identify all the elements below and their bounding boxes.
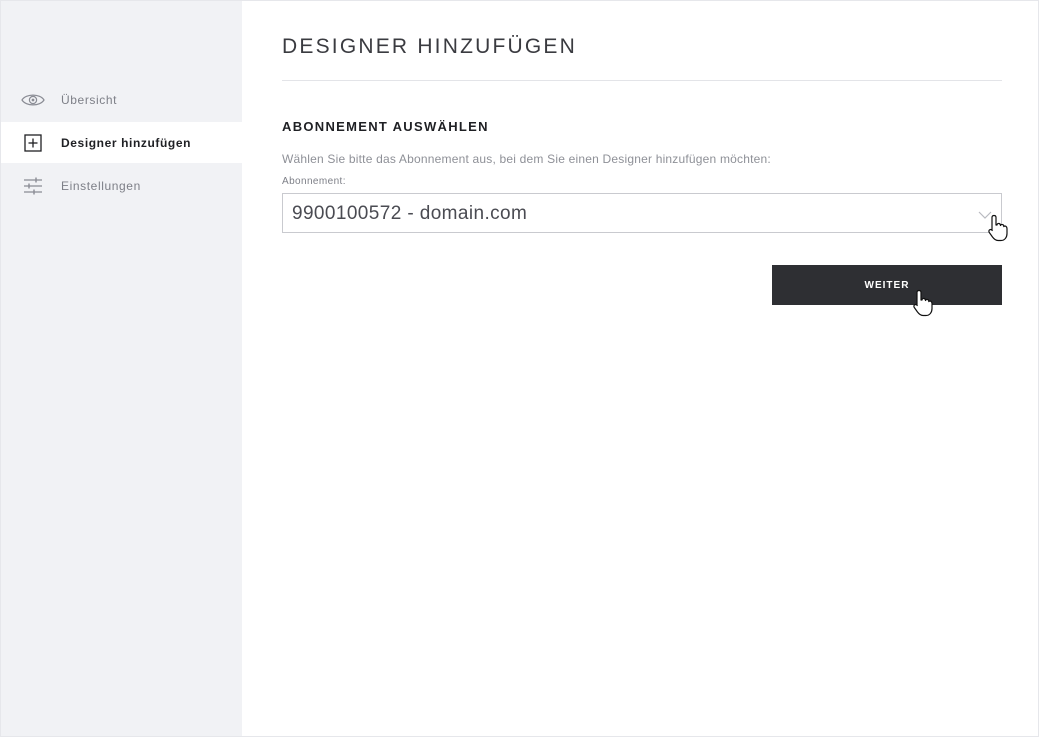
- eye-icon: [21, 88, 45, 112]
- subscription-select[interactable]: 9900100572 - domain.com: [282, 193, 1002, 233]
- sidebar-item-einstellungen[interactable]: Einstellungen: [1, 165, 242, 206]
- plus-square-icon: [21, 131, 45, 155]
- subscription-field-label: Abonnement:: [282, 176, 346, 187]
- sidebar-item-label: Designer hinzufügen: [61, 135, 192, 150]
- subscription-selected-value: 9900100572 - domain.com: [292, 203, 528, 224]
- sliders-icon: [21, 174, 45, 198]
- sidebar-item-designer-hinzufuegen[interactable]: Designer hinzufügen: [1, 122, 242, 163]
- app-window: Übersicht Designer hinzufügen Einstellun…: [0, 0, 1039, 737]
- sidebar: Übersicht Designer hinzufügen Einstellun…: [1, 1, 242, 736]
- title-divider: [282, 80, 1002, 81]
- sidebar-nav: Übersicht Designer hinzufügen Einstellun…: [1, 79, 242, 208]
- sidebar-item-label: Übersicht: [61, 92, 118, 107]
- page-title: DESIGNER HINZUFÜGEN: [282, 35, 577, 58]
- sidebar-item-uebersicht[interactable]: Übersicht: [1, 79, 242, 120]
- chevron-down-icon: [978, 207, 992, 219]
- section-title: ABONNEMENT AUSWÄHLEN: [282, 119, 489, 134]
- sidebar-item-label: Einstellungen: [61, 178, 141, 193]
- section-description: Wählen Sie bitte das Abonnement aus, bei…: [282, 152, 771, 166]
- continue-button[interactable]: WEITER: [772, 265, 1002, 305]
